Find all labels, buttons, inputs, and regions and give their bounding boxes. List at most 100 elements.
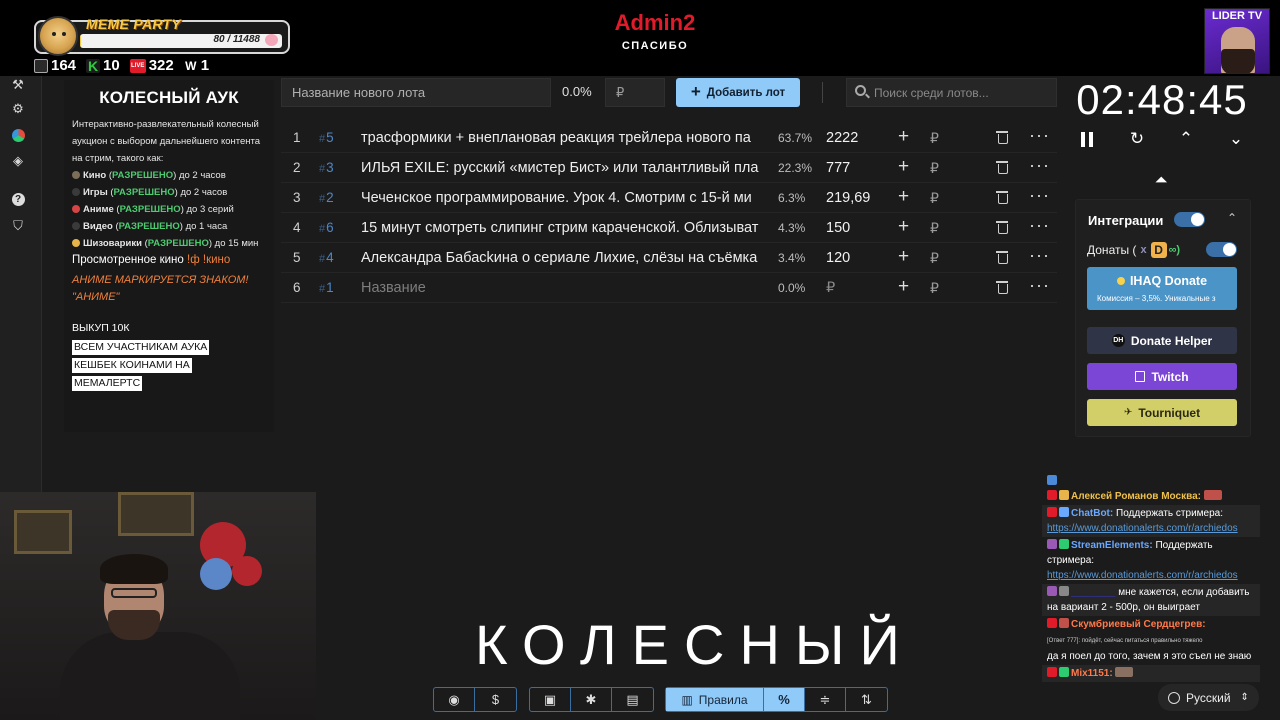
- extra-amount-input[interactable]: ₽: [930, 130, 939, 147]
- extra-amount-input[interactable]: ₽: [930, 190, 939, 207]
- lot-name-input[interactable]: ИЛЬЯ EXILE: русский «мистер Бист» или та…: [361, 160, 759, 176]
- add-amount-icon[interactable]: +: [898, 216, 909, 238]
- chevron-down-icon[interactable]: ⌄: [1226, 129, 1246, 149]
- extra-amount-input[interactable]: ₽: [930, 160, 939, 177]
- more-icon[interactable]: ···: [1029, 185, 1050, 206]
- toolbar-group-links: ◉ $: [433, 687, 517, 712]
- split-icon[interactable]: ≑: [805, 688, 846, 711]
- trash-icon[interactable]: [996, 221, 1008, 234]
- rules-list: Кино (РАЗРЕШЕНО) до 2 часов Игры (РАЗРЕШ…: [72, 167, 266, 252]
- shield-icon[interactable]: ⛉: [11, 218, 25, 233]
- chevron-up-icon[interactable]: ⌃: [1176, 129, 1196, 149]
- twitch-button[interactable]: Twitch: [1087, 363, 1237, 390]
- lot-amount-input[interactable]: 120: [826, 250, 850, 266]
- donations-toggle[interactable]: [1206, 242, 1237, 257]
- more-icon[interactable]: ···: [1029, 245, 1050, 266]
- lot-percent: 0.0%: [778, 281, 806, 295]
- lot-amount-input[interactable]: 2222: [826, 130, 858, 146]
- github-icon[interactable]: ◉: [434, 688, 475, 711]
- calendar-icon[interactable]: ▣: [530, 688, 571, 711]
- extra-amount-input[interactable]: ₽: [930, 250, 939, 267]
- chat-message: StreamElements: Поддержать стримера: http…: [1047, 539, 1238, 581]
- add-amount-icon[interactable]: +: [898, 276, 909, 298]
- more-icon[interactable]: ···: [1029, 215, 1050, 236]
- chat-message: ChatBot: Поддержать стримера: https://www…: [1042, 505, 1260, 537]
- more-icon[interactable]: ···: [1029, 125, 1050, 146]
- lot-amount-input[interactable]: 150: [826, 220, 850, 236]
- trash-icon[interactable]: [996, 251, 1008, 264]
- add-amount-icon[interactable]: +: [898, 156, 909, 178]
- trash-icon[interactable]: [996, 281, 1008, 294]
- extra-amount-input[interactable]: ₽: [930, 220, 939, 237]
- lot-name-input[interactable]: Чеченское программирование. Урок 4. Смот…: [361, 190, 759, 206]
- lot-amount-input[interactable]: 777: [826, 160, 850, 176]
- balloon: [200, 558, 232, 590]
- balloon: [232, 556, 262, 586]
- lot-name-input[interactable]: Александра Бабасkина о сериале Лихие, сл…: [361, 250, 759, 266]
- lot-amount-input[interactable]: ₽: [826, 280, 835, 296]
- person-body: [60, 632, 240, 720]
- donation-alert-message: СПАСИБО: [621, 40, 689, 52]
- lot-percent: 4.3%: [778, 221, 806, 235]
- chat-overlay: Алексей Романов Москва: ChatBot: Поддерж…: [1042, 474, 1260, 684]
- meme-party-title: MEME PARTY: [86, 16, 182, 32]
- sort-icon[interactable]: ⇅: [846, 688, 887, 711]
- rule-item: Шизоварики (РАЗРЕШЕНО) до 15 мин: [72, 235, 266, 252]
- trash-icon[interactable]: [996, 191, 1008, 204]
- ihaq-donate-button[interactable]: IHAQ Donate Комиссия – 3,5%. Уникальные …: [1087, 267, 1237, 310]
- donate-helper-button[interactable]: DH Donate Helper: [1087, 327, 1237, 354]
- pause-icon[interactable]: [1081, 132, 1093, 147]
- help-icon[interactable]: ?: [11, 192, 25, 206]
- lot-amount-input[interactable]: 219,69: [826, 190, 870, 206]
- add-lot-button[interactable]: + Добавить лот: [676, 78, 800, 107]
- new-lot-amount-input[interactable]: ₽: [605, 78, 665, 107]
- lot-percent: 6.3%: [778, 191, 806, 205]
- smile-icon: [72, 239, 80, 247]
- add-amount-icon[interactable]: +: [898, 126, 909, 148]
- lot-search-input[interactable]: Поиск среди лотов...: [846, 78, 1057, 107]
- collapse-up-icon[interactable]: ⏶: [1154, 172, 1168, 189]
- donate-icon[interactable]: $: [475, 688, 516, 711]
- rules-button[interactable]: ▥ Правила: [666, 688, 764, 711]
- bug-icon[interactable]: ✱: [571, 688, 612, 711]
- meme-party-count: 80 / 11488: [213, 34, 260, 45]
- stat-kick-value: 10: [103, 57, 120, 74]
- rule-item: Игры (РАЗРЕШЕНО) до 2 часов: [72, 184, 266, 201]
- auction-icon[interactable]: ⚒: [11, 77, 25, 92]
- chevron-up-icon[interactable]: ⌃: [1227, 211, 1237, 225]
- extra-amount-input[interactable]: ₽: [930, 280, 939, 297]
- person-beard: [108, 610, 160, 640]
- doge-icon: [38, 16, 78, 56]
- watched-movies: Просмотренное кино !ф !кино: [72, 254, 231, 266]
- rule-item: Аниме (РАЗРЕШЕНО) до 3 серий: [72, 201, 266, 218]
- layers-icon[interactable]: ◈: [11, 153, 25, 168]
- wheel-icon[interactable]: [11, 128, 25, 142]
- lot-row: 6 #1 Название 0.0% ₽ + ₽ ···: [281, 273, 1057, 303]
- lot-name-input[interactable]: Название: [361, 280, 759, 296]
- trash-icon[interactable]: [996, 161, 1008, 174]
- new-lot-name-input[interactable]: Название нового лота: [281, 78, 551, 107]
- clear-icon[interactable]: ▤: [612, 688, 653, 711]
- settings-icon[interactable]: ⚙: [11, 101, 25, 116]
- chat-message: Скумбриевый Сердцегрев: [Ответ 777]: пойд…: [1047, 618, 1252, 662]
- wall-picture: [118, 492, 194, 536]
- tourniquet-button[interactable]: ✈ Tourniquet: [1087, 399, 1237, 426]
- chat-message: ________ мне кажется, если добавить на в…: [1042, 584, 1260, 616]
- language-select[interactable]: Русский ⇕: [1158, 684, 1259, 711]
- percent-toggle[interactable]: %: [764, 688, 805, 711]
- lot-id: #5: [319, 130, 334, 145]
- lot-name-input[interactable]: 15 минут смотреть слипинг стрим караченс…: [361, 220, 759, 236]
- lot-name-input[interactable]: трасформики + внеплановая реакция трейле…: [361, 130, 759, 146]
- add-amount-icon[interactable]: +: [898, 186, 909, 208]
- reset-icon[interactable]: ↻: [1127, 129, 1147, 149]
- more-icon[interactable]: ···: [1029, 275, 1050, 296]
- channel-logo: LIDER TV: [1204, 8, 1270, 74]
- w-icon: W: [185, 58, 197, 73]
- more-icon[interactable]: ···: [1029, 155, 1050, 176]
- lot-number: 6: [293, 280, 301, 295]
- gamepad-icon: [72, 188, 80, 196]
- trash-icon[interactable]: [996, 131, 1008, 144]
- integrations-toggle[interactable]: [1174, 212, 1205, 227]
- add-amount-icon[interactable]: +: [898, 246, 909, 268]
- globe-icon: [1168, 691, 1180, 704]
